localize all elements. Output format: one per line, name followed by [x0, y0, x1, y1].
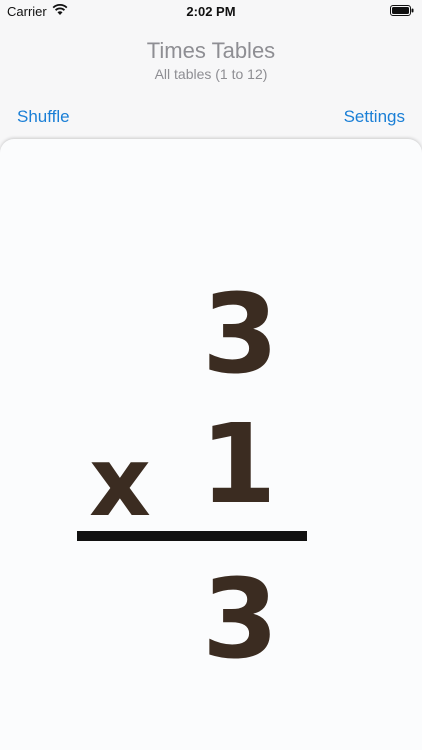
multiply-operator: x — [89, 426, 151, 538]
shuffle-button[interactable]: Shuffle — [17, 107, 70, 127]
page-subtitle: All tables (1 to 12) — [154, 66, 268, 82]
answer-number: 3 — [202, 555, 279, 683]
status-bar: Carrier 2:02 PM — [0, 0, 422, 22]
clock: 2:02 PM — [186, 4, 236, 19]
settings-button[interactable]: Settings — [344, 107, 405, 127]
top-number: 3 — [202, 270, 279, 398]
page-title: Times Tables — [146, 38, 276, 63]
bottom-number: 1 — [200, 400, 277, 528]
equals-rule — [77, 531, 307, 541]
flash-card[interactable]: 3 x 1 3 — [0, 139, 422, 750]
battery-icon — [390, 5, 414, 16]
